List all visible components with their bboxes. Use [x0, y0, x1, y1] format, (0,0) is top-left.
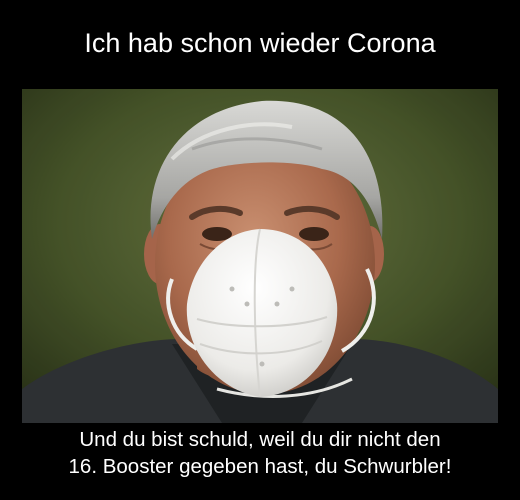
- meme: Ich hab schon wieder Corona Und du bist …: [0, 0, 520, 500]
- bottom-caption-line-2: 16. Booster gegeben hast, du Schwurbler!: [68, 455, 452, 478]
- man-wearing-mask-icon: [22, 89, 498, 423]
- bottom-caption: Und du bist schuld, weil du dir nicht de…: [0, 426, 520, 480]
- bottom-caption-line-1: Und du bist schuld, weil du dir nicht de…: [79, 428, 441, 451]
- top-caption: Ich hab schon wieder Corona: [84, 28, 436, 58]
- meme-photo: [22, 89, 498, 423]
